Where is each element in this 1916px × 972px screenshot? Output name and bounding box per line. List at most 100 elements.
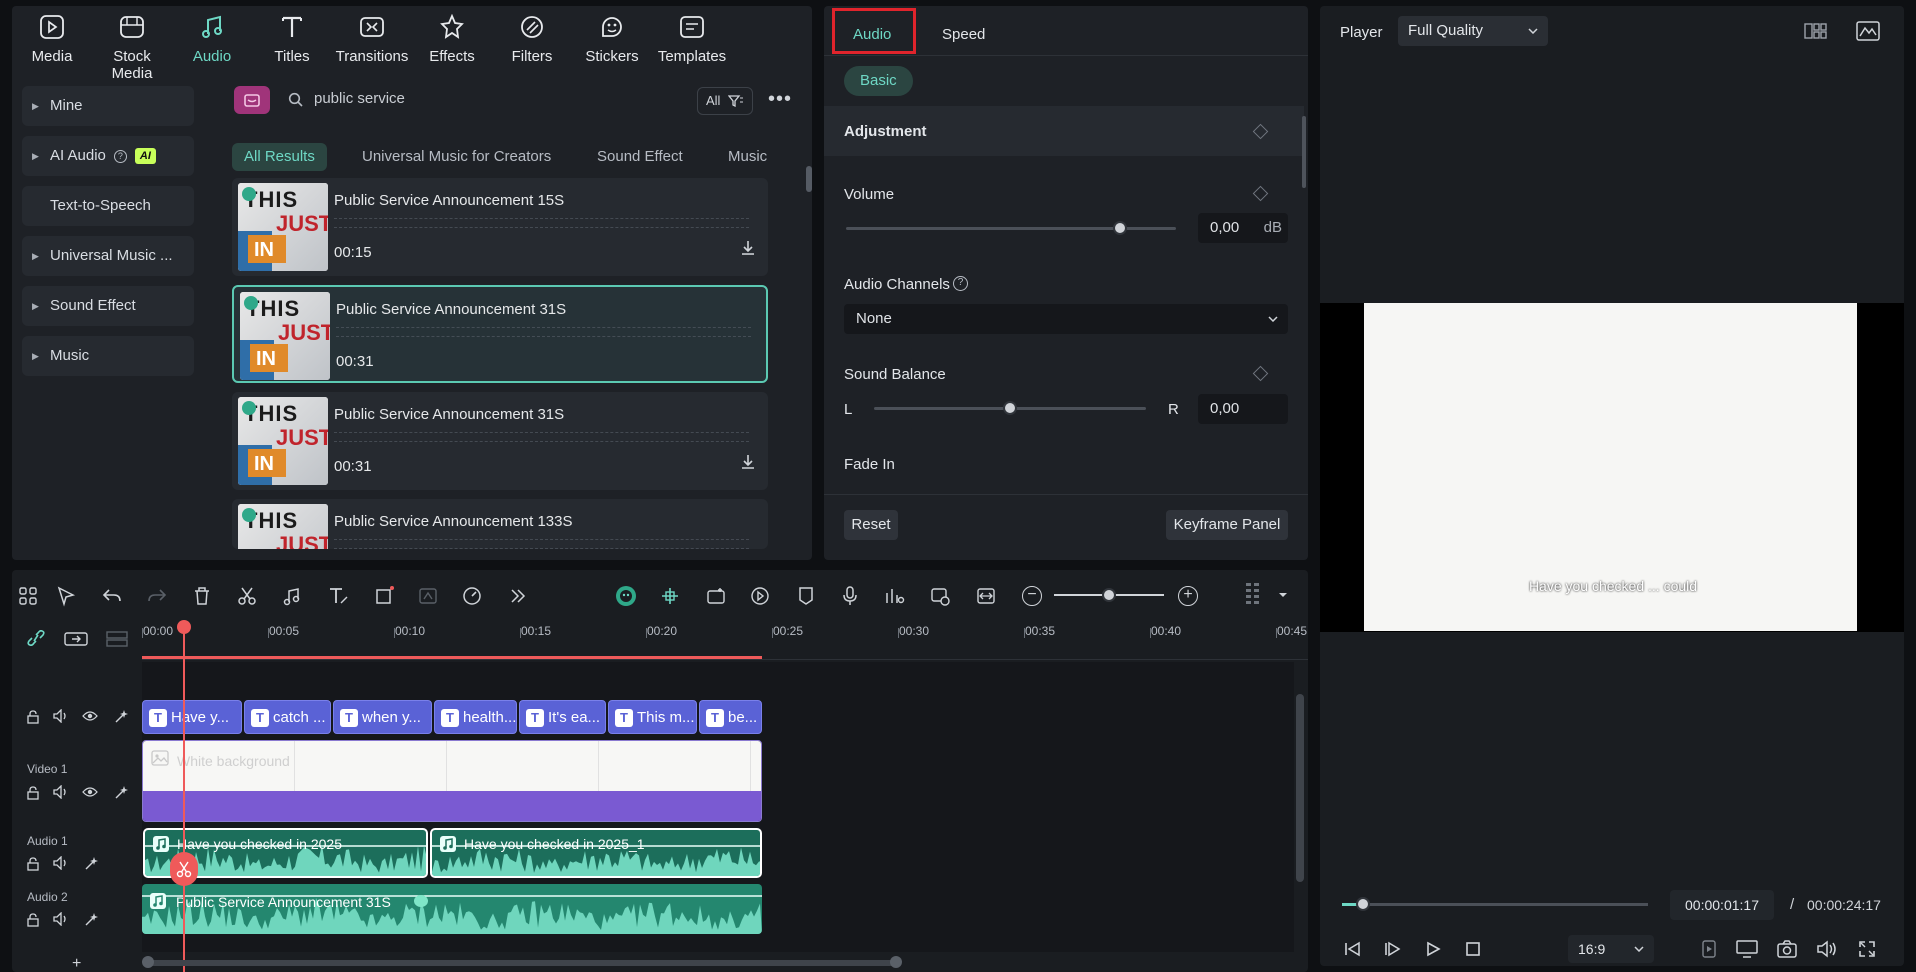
download-icon[interactable] <box>740 454 756 472</box>
tab-speed[interactable]: Speed <box>942 26 985 43</box>
split-scissors-button[interactable] <box>170 852 198 886</box>
scopes-icon[interactable] <box>1856 21 1880 41</box>
mute-track-icon[interactable] <box>53 709 69 723</box>
audio1-clip[interactable]: Have you checked in 2025_1 <box>430 828 762 878</box>
track-layout-icon[interactable] <box>1244 582 1262 608</box>
title-clip[interactable]: Twhen y... <box>333 700 432 734</box>
result-item[interactable]: THISJUSTIN Public Service Announcement 13… <box>232 499 768 549</box>
sidebar-item-mine[interactable]: ▶ Mine <box>22 86 194 126</box>
select-pointer-icon[interactable] <box>52 583 80 609</box>
balance-slider-knob[interactable] <box>1003 401 1017 415</box>
volume-value-field[interactable]: 0,00 dB <box>1198 213 1288 243</box>
track-manage-icon[interactable] <box>106 631 128 647</box>
current-time-field[interactable]: 00:00:01:17 <box>1670 890 1774 920</box>
volume-button[interactable] <box>1814 937 1840 961</box>
delete-icon[interactable] <box>188 583 216 609</box>
props-scrollbar[interactable] <box>1302 116 1306 188</box>
sidebar-item-text-to-speech[interactable]: Text-to-Speech <box>22 186 194 226</box>
stabilize-icon[interactable] <box>746 583 774 609</box>
timeline-ruler[interactable] <box>142 620 1308 660</box>
hscroll-left-handle[interactable] <box>142 956 154 968</box>
sidebar-item-universal-music[interactable]: ▶ Universal Music ... <box>22 236 194 276</box>
search-input[interactable]: public service <box>314 90 405 107</box>
chevron-down-icon[interactable] <box>1278 592 1288 598</box>
balance-value-field[interactable]: 0,00 <box>1198 394 1288 424</box>
grid-layout-icon[interactable] <box>14 583 42 609</box>
filter-dropdown[interactable]: All <box>697 87 753 115</box>
toolbar-item-effects[interactable]: Effects <box>412 12 492 65</box>
toolbar-item-titles[interactable]: Titles <box>252 12 332 65</box>
next-frame-button[interactable] <box>1380 937 1406 961</box>
title-clip[interactable]: Thealth... <box>434 700 517 734</box>
zoom-in-icon[interactable]: + <box>1178 586 1198 606</box>
video-clip[interactable]: White background <box>142 740 762 822</box>
prev-frame-button[interactable] <box>1340 937 1366 961</box>
ai-tool-icon[interactable] <box>414 583 442 609</box>
zoom-slider-knob[interactable] <box>1102 588 1116 602</box>
mute-track-icon[interactable] <box>53 912 69 926</box>
toolbar-item-audio[interactable]: Audio <box>172 12 252 65</box>
timeline-vertical-scrollbar[interactable] <box>1296 694 1304 882</box>
title-clip[interactable]: Tcatch ... <box>244 700 331 734</box>
auto-beat-icon[interactable] <box>702 583 730 609</box>
download-icon[interactable] <box>740 240 756 258</box>
lock-icon[interactable] <box>26 913 40 927</box>
more-tools-icon[interactable] <box>504 583 532 609</box>
crop-icon[interactable] <box>370 583 398 609</box>
display-button[interactable] <box>1734 937 1760 961</box>
audio-edit-icon[interactable] <box>278 583 306 609</box>
lock-icon[interactable] <box>26 710 40 724</box>
toolbar-item-templates[interactable]: Templates <box>652 12 732 65</box>
toolbar-item-filters[interactable]: Filters <box>492 12 572 65</box>
timeline-horizontal-scrollbar[interactable] <box>146 960 898 966</box>
result-tab-sound-effect[interactable]: Sound Effect <box>597 143 683 171</box>
help-icon[interactable]: ? <box>113 149 127 163</box>
tab-basic[interactable]: Basic <box>844 66 913 96</box>
help-icon[interactable]: ? <box>953 276 968 291</box>
auto-highlight-icon[interactable] <box>83 856 99 872</box>
aspect-ratio-dropdown[interactable]: 16:9 <box>1568 935 1654 963</box>
keyframe-panel-button[interactable]: Keyframe Panel <box>1166 510 1288 540</box>
fit-timeline-icon[interactable] <box>972 583 1000 609</box>
result-tab-universal-music-for-creators[interactable]: Universal Music for Creators <box>362 143 551 171</box>
sidebar-item-sound-effect[interactable]: ▶ Sound Effect <box>22 286 194 326</box>
auto-highlight-icon[interactable] <box>113 709 129 725</box>
undo-icon[interactable] <box>98 583 126 609</box>
redo-icon[interactable] <box>143 583 171 609</box>
visibility-eye-icon[interactable] <box>82 786 98 798</box>
result-tab-all-results[interactable]: All Results <box>232 143 327 171</box>
add-track-button[interactable]: + <box>72 955 81 972</box>
layout-icon[interactable] <box>1804 22 1828 40</box>
title-clip[interactable]: Tbe... <box>699 700 762 734</box>
toolbar-item-transitions[interactable]: Transitions <box>332 12 412 65</box>
toolbar-item-media[interactable]: Media <box>12 12 92 65</box>
text-tool-icon[interactable] <box>324 583 352 609</box>
cut-icon[interactable] <box>233 583 261 609</box>
playhead-line[interactable] <box>183 624 185 972</box>
marker-icon[interactable] <box>792 583 820 609</box>
mute-track-icon[interactable] <box>53 856 69 870</box>
zoom-out-icon[interactable]: − <box>1022 586 1042 606</box>
hscroll-right-handle[interactable] <box>890 956 902 968</box>
replace-clip-icon[interactable] <box>926 583 954 609</box>
play-button[interactable] <box>1420 937 1446 961</box>
playback-progress-track[interactable] <box>1342 903 1648 906</box>
reset-button[interactable]: Reset <box>844 510 898 540</box>
microphone-icon[interactable] <box>836 583 864 609</box>
ai-assistant-icon[interactable] <box>612 583 640 609</box>
audio-channels-select[interactable]: None <box>844 304 1288 334</box>
more-options-icon[interactable]: ••• <box>768 89 792 109</box>
title-clip[interactable]: T Have y... <box>142 700 242 734</box>
sidebar-item-music[interactable]: ▶ Music <box>22 336 194 376</box>
result-item[interactable]: THIS JUST IN Public Service Announcement 31… <box>232 392 768 490</box>
playhead-handle[interactable] <box>177 620 191 634</box>
mute-track-icon[interactable] <box>53 785 69 799</box>
result-item[interactable]: THIS JUST IN Public Service Announcement 15… <box>232 178 768 276</box>
speed-icon[interactable] <box>458 583 486 609</box>
toolbar-item-stickers[interactable]: Stickers <box>572 12 652 65</box>
title-clip[interactable]: T It's ea... <box>519 700 606 734</box>
volume-slider-knob[interactable] <box>1112 221 1127 235</box>
results-scrollbar[interactable] <box>806 166 812 192</box>
link-icon[interactable] <box>26 630 46 646</box>
track-add-icon[interactable] <box>64 631 88 647</box>
